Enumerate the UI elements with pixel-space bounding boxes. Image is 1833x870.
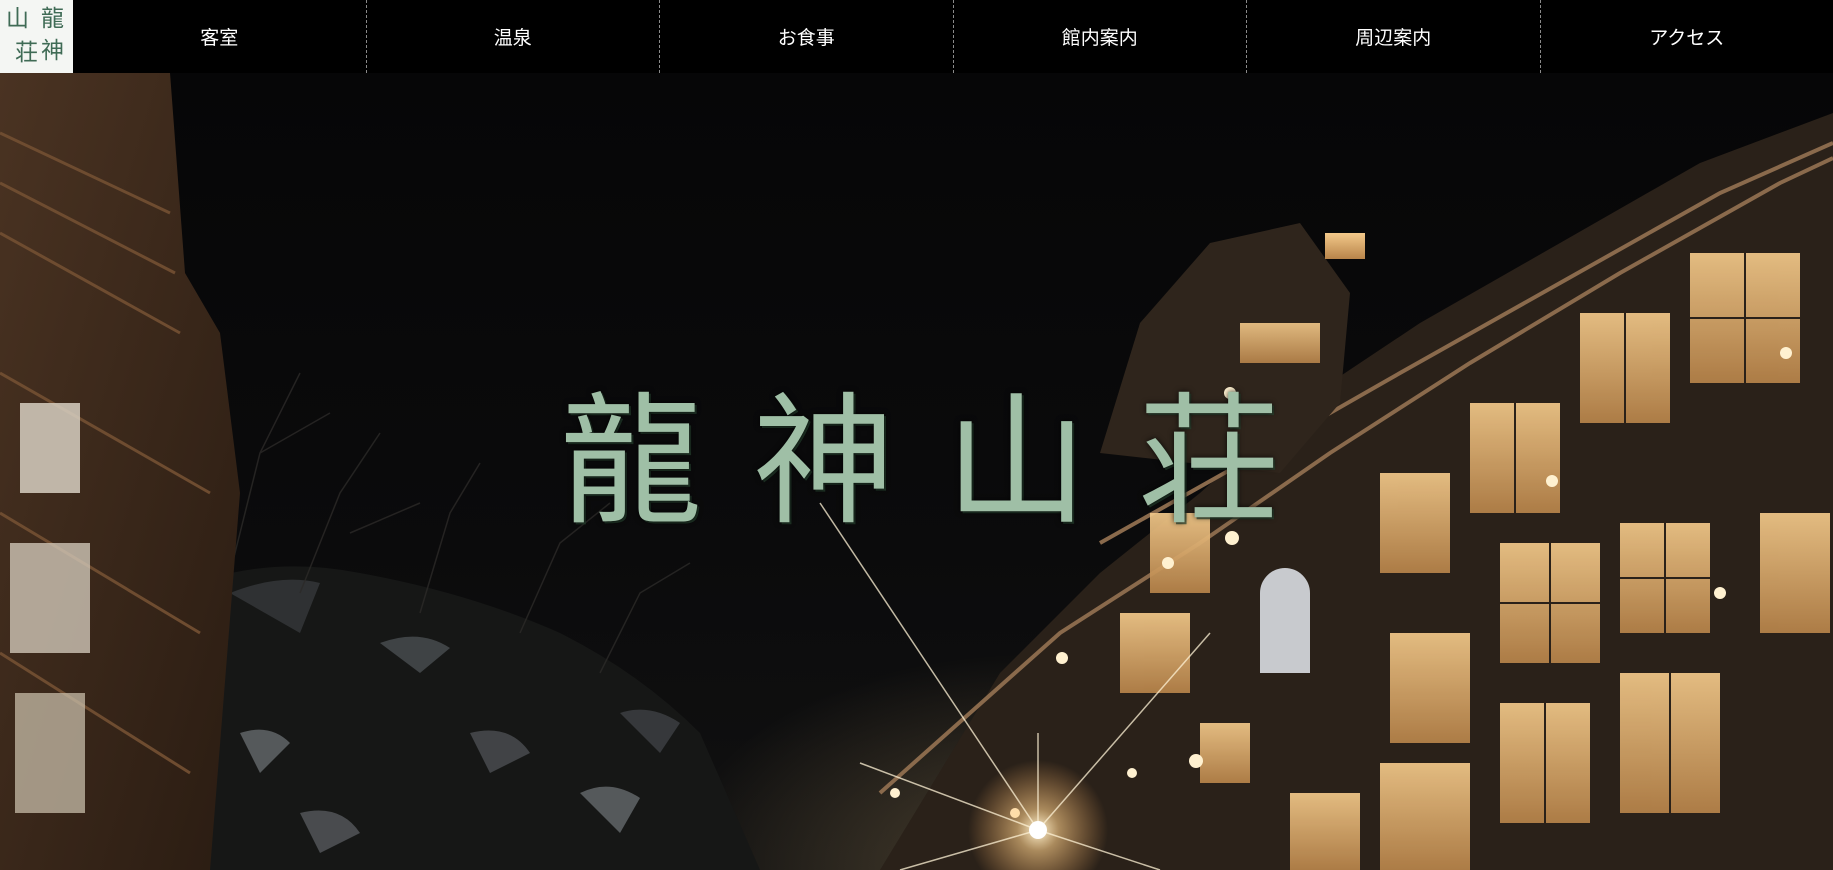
nav-item-dining[interactable]: お食事 — [660, 0, 954, 73]
hero-image: 龍 神 山 荘 — [0, 73, 1833, 870]
hero-title: 龍 神 山 荘 — [560, 363, 1280, 563]
hero-title-char-2: 神 — [752, 380, 895, 545]
logo-char-3: 山 — [6, 6, 29, 32]
hero-title-char-1: 龍 — [560, 380, 702, 545]
nav-item-rooms[interactable]: 客室 — [73, 0, 367, 73]
nav-item-hot-spring[interactable]: 温泉 — [367, 0, 660, 73]
nav-item-access[interactable]: アクセス — [1541, 0, 1833, 73]
page: 龍 神 山 荘 客室 温泉 お食事 館内案内 周辺案内 アクセス 龍 神 山 荘 — [0, 0, 1833, 870]
logo-char-1: 龍 — [41, 6, 64, 32]
nav-item-facilities[interactable]: 館内案内 — [954, 0, 1247, 73]
hero-title-char-4: 荘 — [1137, 380, 1280, 545]
hero-title-char-3: 山 — [945, 380, 1088, 545]
nav-menu: 客室 温泉 お食事 館内案内 周辺案内 アクセス — [73, 0, 1833, 73]
top-navigation: 龍 神 山 荘 客室 温泉 お食事 館内案内 周辺案内 アクセス — [0, 0, 1833, 73]
nav-item-surroundings[interactable]: 周辺案内 — [1247, 0, 1541, 73]
logo-char-2: 神 — [41, 38, 64, 64]
site-logo[interactable]: 龍 神 山 荘 — [0, 0, 73, 73]
logo-char-4: 荘 — [15, 40, 38, 66]
